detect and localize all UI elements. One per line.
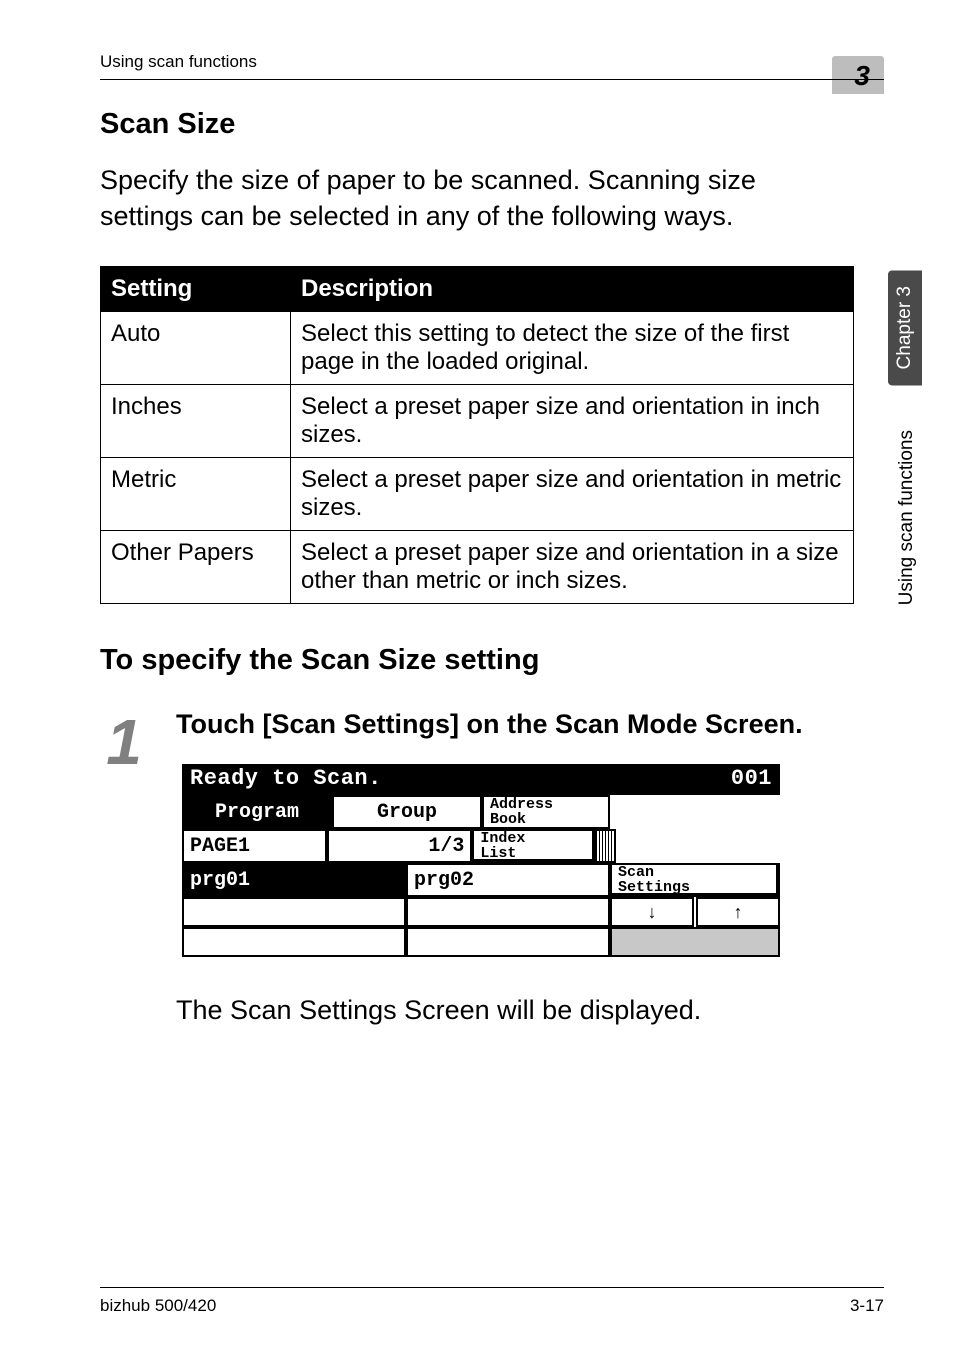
arrow-up-icon: ↑ [734, 902, 743, 923]
cell-setting: Metric [101, 458, 291, 531]
program-slot-empty[interactable] [182, 897, 406, 927]
settings-table: Setting Description Auto Select this set… [100, 266, 854, 604]
footer-page: 3-17 [850, 1296, 884, 1316]
scan-settings-button[interactable]: Scan Settings [610, 863, 780, 897]
lcd-spacer [610, 795, 780, 829]
lcd-screenshot: Ready to Scan. 001 Program Group Address… [182, 764, 780, 957]
index-line1: Index [480, 831, 525, 846]
index-line2: List [480, 846, 516, 861]
cell-desc: Select a preset paper size and orientati… [291, 385, 854, 458]
cell-desc: Select a preset paper size and orientati… [291, 531, 854, 604]
lcd-page-label: PAGE1 [182, 829, 327, 863]
side-tab-section: Using scan functions [896, 430, 918, 605]
step-result-text: The Scan Settings Screen will be display… [176, 995, 854, 1026]
chapter-number: 3 [854, 60, 870, 91]
table-row: Metric Select a preset paper size and or… [101, 458, 854, 531]
tab-group[interactable]: Group [332, 795, 482, 829]
scroll-handle-icon[interactable] [594, 829, 615, 863]
program-prg01[interactable]: prg01 [182, 863, 406, 897]
program-slot-empty[interactable] [406, 927, 610, 957]
arrow-up-button[interactable]: ↑ [696, 897, 780, 927]
tab-program[interactable]: Program [182, 795, 332, 829]
tab-address-book[interactable]: Address Book [482, 795, 610, 829]
footer-model: bizhub 500/420 [100, 1296, 216, 1316]
table-row: Auto Select this setting to detect the s… [101, 312, 854, 385]
program-slot-empty[interactable] [182, 927, 406, 957]
lcd-disabled-area [610, 927, 780, 957]
side-tab-chapter: Chapter 3 [888, 270, 922, 385]
cell-desc: Select this setting to detect the size o… [291, 312, 854, 385]
program-slot-empty[interactable] [406, 897, 610, 927]
section-title: Scan Size [100, 108, 854, 141]
tab-address-line2: Book [490, 812, 526, 827]
step-number: 1 [100, 717, 148, 768]
scan-settings-line1: Scan [618, 865, 654, 880]
arrow-down-button[interactable]: ↓ [610, 897, 694, 927]
cell-setting: Other Papers [101, 531, 291, 604]
program-prg02[interactable]: prg02 [406, 863, 610, 897]
tab-address-line1: Address [490, 797, 553, 812]
cell-setting: Auto [101, 312, 291, 385]
scan-settings-line2: Settings [618, 880, 690, 895]
cell-desc: Select a preset paper size and orientati… [291, 458, 854, 531]
th-setting: Setting [101, 267, 291, 312]
lcd-jobnum: 001 [731, 766, 772, 791]
table-row: Other Papers Select a preset paper size … [101, 531, 854, 604]
running-header-left: Using scan functions [100, 52, 257, 72]
th-description: Description [291, 267, 854, 312]
lcd-spacer [616, 829, 780, 863]
section-lead: Specify the size of paper to be scanned.… [100, 163, 854, 234]
step-instruction: Touch [Scan Settings] on the Scan Mode S… [176, 707, 854, 742]
chapter-badge: 3 [832, 56, 884, 94]
lcd-status: Ready to Scan. [190, 766, 382, 791]
lcd-page-count: 1/3 [327, 829, 472, 863]
index-list-button[interactable]: Index List [472, 829, 596, 863]
table-row: Inches Select a preset paper size and or… [101, 385, 854, 458]
arrow-down-icon: ↓ [648, 902, 657, 923]
cell-setting: Inches [101, 385, 291, 458]
subsection-title: To specify the Scan Size setting [100, 644, 854, 677]
